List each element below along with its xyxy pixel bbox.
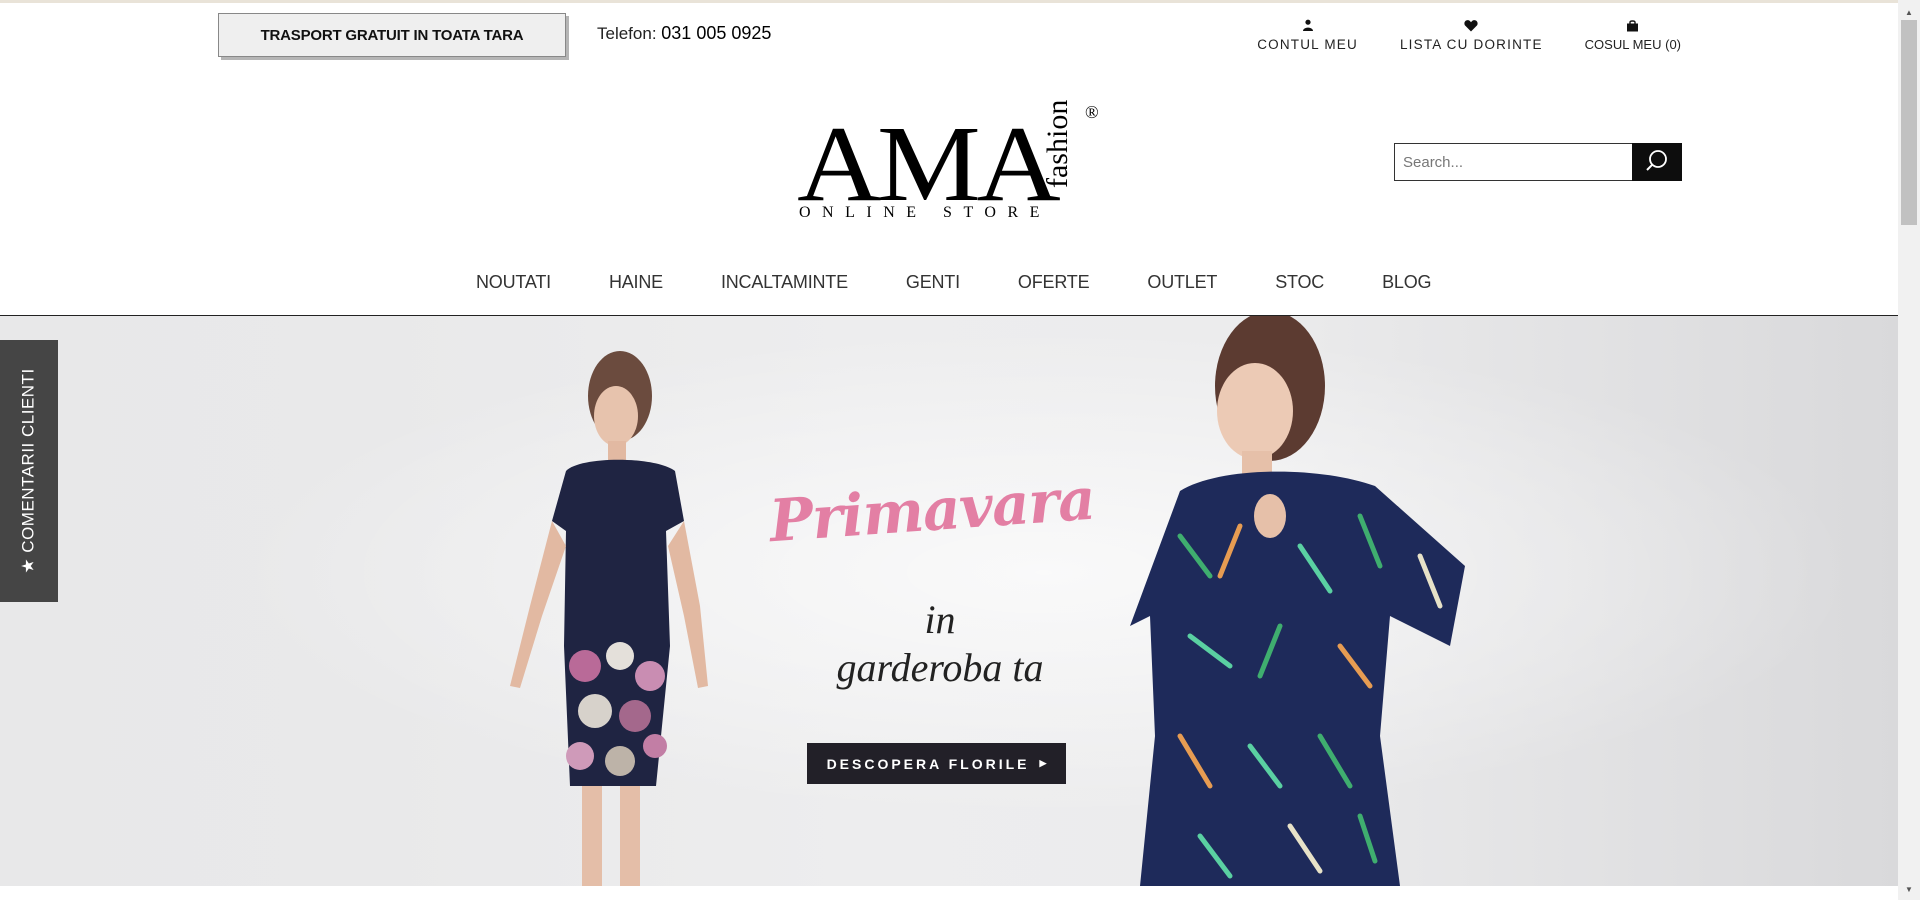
nav-item-stoc[interactable]: STOC	[1275, 272, 1324, 293]
cart-link[interactable]: COSUL MEU (0)	[1585, 16, 1681, 52]
nav-item-oferte[interactable]: OFERTE	[1018, 272, 1090, 293]
search-icon	[1645, 149, 1669, 176]
hero-banner[interactable]: Primavara in garderoba ta DESCOPERA FLOR…	[0, 316, 1898, 886]
banner-subtitle-line2: garderoba ta	[836, 645, 1044, 690]
my-account-label: CONTUL MEU	[1257, 37, 1358, 52]
heart-icon	[1464, 16, 1478, 34]
phone-number[interactable]: 031 005 0925	[661, 23, 771, 43]
wishlist-label: LISTA CU DORINTE	[1399, 37, 1543, 52]
nav-item-outlet[interactable]: OUTLET	[1147, 272, 1217, 293]
discover-flowers-button[interactable]: DESCOPERA FLORILE ▶	[807, 743, 1066, 784]
shopping-bag-icon	[1626, 16, 1639, 34]
content-container-top	[218, 886, 1682, 900]
nav-item-incaltaminte[interactable]: INCALTAMINTE	[721, 272, 848, 293]
chevron-right-icon: ▶	[1039, 758, 1047, 768]
scroll-up-arrow-icon[interactable]: ▲	[1898, 3, 1920, 21]
user-icon	[1302, 16, 1314, 34]
banner-subtitle-line1: in	[924, 597, 956, 642]
top-accent-line	[0, 0, 1898, 3]
logo-registered: ®	[1085, 102, 1099, 122]
logo-subtitle: ONLINE STORE	[799, 204, 1051, 221]
store-logo[interactable]: AMA fashion ® ONLINE STORE	[795, 96, 1105, 226]
account-links: CONTUL MEU LISTA CU DORINTE COSUL MEU (0…	[1257, 16, 1681, 52]
cart-count: (0)	[1665, 37, 1681, 52]
nav-item-haine[interactable]: HAINE	[609, 272, 663, 293]
nav-item-genti[interactable]: GENTI	[906, 272, 960, 293]
free-shipping-label: TRASPORT GRATUIT IN TOATA TARA	[260, 26, 524, 44]
cart-label: COSUL MEU (0)	[1585, 37, 1681, 52]
nav-item-blog[interactable]: BLOG	[1382, 272, 1431, 293]
cta-label: DESCOPERA FLORILE	[826, 755, 1030, 772]
page-scrollbar[interactable]: ▲ ▼	[1898, 0, 1920, 900]
main-navigation: NOUTATI HAINE INCALTAMINTE GENTI OFERTE …	[0, 260, 1898, 316]
nav-item-noutati[interactable]: NOUTATI	[476, 272, 551, 293]
phone-label: Telefon:	[597, 24, 657, 43]
scroll-down-arrow-icon[interactable]: ▼	[1898, 880, 1920, 898]
search-box	[1394, 143, 1682, 181]
my-account-link[interactable]: CONTUL MEU	[1257, 16, 1358, 52]
cart-text: COSUL MEU	[1584, 37, 1662, 52]
phone-info: Telefon: 031 005 0925	[597, 23, 771, 44]
model-right-image	[1130, 316, 1465, 886]
logo-tagline: fashion	[1041, 100, 1074, 188]
search-button[interactable]	[1632, 143, 1682, 181]
search-input[interactable]	[1394, 143, 1632, 181]
model-left-image	[510, 351, 708, 886]
customer-reviews-label: ★ COMENTARII CLIENTI	[19, 368, 39, 574]
customer-reviews-tab[interactable]: ★ COMENTARII CLIENTI	[0, 340, 58, 602]
wishlist-link[interactable]: LISTA CU DORINTE	[1400, 16, 1543, 52]
scrollbar-thumb[interactable]	[1901, 20, 1917, 225]
free-shipping-banner[interactable]: TRASPORT GRATUIT IN TOATA TARA	[218, 13, 566, 57]
